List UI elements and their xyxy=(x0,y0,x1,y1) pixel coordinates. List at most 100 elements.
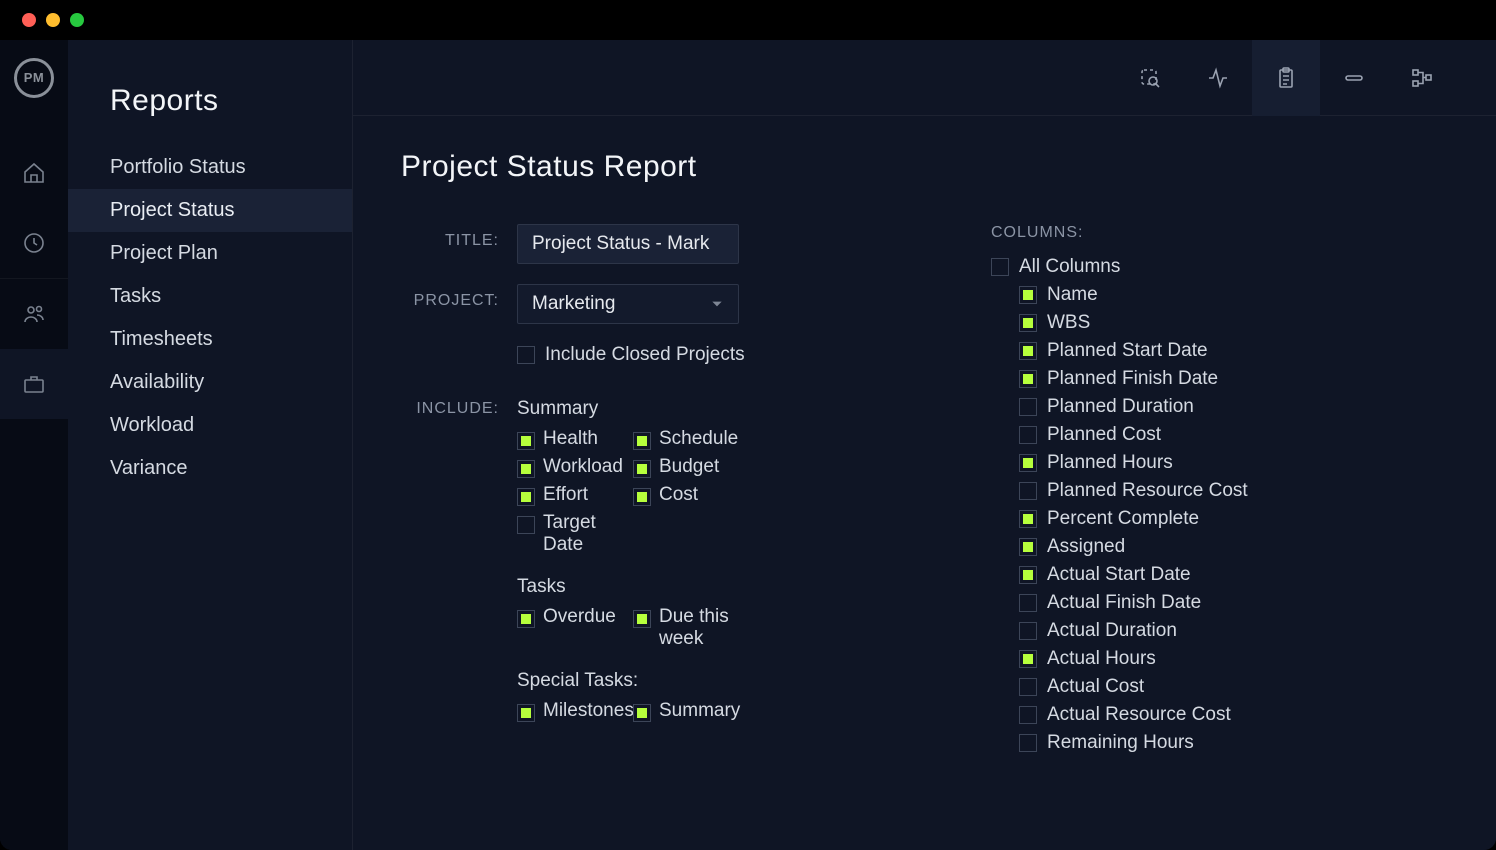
sidebar-item-timesheets[interactable]: Timesheets xyxy=(68,318,352,361)
column-option[interactable]: Planned Duration xyxy=(1019,396,1248,418)
include-option[interactable]: Target Date xyxy=(517,512,629,556)
column-option[interactable]: Actual Cost xyxy=(1019,676,1248,698)
column-option-label: Actual Start Date xyxy=(1047,564,1191,586)
include-option[interactable]: Schedule xyxy=(633,428,753,450)
include-option[interactable]: Workload xyxy=(517,456,629,478)
column-checkbox[interactable] xyxy=(1019,370,1037,388)
column-option[interactable]: Planned Start Date xyxy=(1019,340,1248,362)
rail-briefcase-icon[interactable] xyxy=(0,349,68,419)
topbar-flow-icon[interactable] xyxy=(1388,40,1456,116)
column-checkbox[interactable] xyxy=(1019,510,1037,528)
include-option[interactable]: Health xyxy=(517,428,629,450)
include-option[interactable]: Overdue xyxy=(517,606,629,650)
column-option[interactable]: WBS xyxy=(1019,312,1248,334)
column-checkbox[interactable] xyxy=(1019,594,1037,612)
include-option[interactable]: Budget xyxy=(633,456,753,478)
column-checkbox[interactable] xyxy=(1019,734,1037,752)
include-option-label: Summary xyxy=(659,700,740,722)
column-checkbox[interactable] xyxy=(1019,650,1037,668)
column-checkbox[interactable] xyxy=(1019,482,1037,500)
sidebar-item-portfolio-status[interactable]: Portfolio Status xyxy=(68,146,352,189)
column-option[interactable]: Remaining Hours xyxy=(1019,732,1248,754)
column-option[interactable]: Planned Hours xyxy=(1019,452,1248,474)
column-checkbox[interactable] xyxy=(1019,426,1037,444)
column-option[interactable]: Planned Finish Date xyxy=(1019,368,1248,390)
column-option[interactable]: Name xyxy=(1019,284,1248,306)
column-checkbox[interactable] xyxy=(1019,454,1037,472)
column-option[interactable]: Actual Duration xyxy=(1019,620,1248,642)
sidebar-item-project-plan[interactable]: Project Plan xyxy=(68,232,352,275)
column-option[interactable]: Percent Complete xyxy=(1019,508,1248,530)
columns-all-row[interactable]: All Columns xyxy=(991,256,1248,278)
include-option[interactable]: Due this week xyxy=(633,606,753,650)
column-checkbox[interactable] xyxy=(1019,286,1037,304)
sidebar-item-tasks[interactable]: Tasks xyxy=(68,275,352,318)
column-checkbox[interactable] xyxy=(1019,398,1037,416)
sidebar-title: Reports xyxy=(68,84,352,146)
include-checkbox[interactable] xyxy=(633,704,651,722)
columns-all-label: All Columns xyxy=(1019,256,1120,278)
rail-clock-icon[interactable] xyxy=(0,208,68,278)
column-option[interactable]: Assigned xyxy=(1019,536,1248,558)
column-checkbox[interactable] xyxy=(1019,538,1037,556)
sidebar-item-variance[interactable]: Variance xyxy=(68,447,352,490)
column-checkbox[interactable] xyxy=(1019,314,1037,332)
include-option[interactable]: Summary xyxy=(633,700,753,722)
chevron-down-icon xyxy=(710,297,724,311)
rail-home-icon[interactable] xyxy=(0,138,68,208)
topbar-search-icon[interactable] xyxy=(1116,40,1184,116)
column-checkbox[interactable] xyxy=(1019,706,1037,724)
topbar-clipboard-icon[interactable] xyxy=(1252,40,1320,116)
title-input[interactable] xyxy=(517,224,739,264)
include-closed-row[interactable]: Include Closed Projects xyxy=(517,344,881,366)
include-option-label: Cost xyxy=(659,484,698,506)
include-option[interactable]: Milestones xyxy=(517,700,629,722)
include-option-label: Workload xyxy=(543,456,623,478)
column-option[interactable]: Actual Hours xyxy=(1019,648,1248,670)
include-checkbox[interactable] xyxy=(517,460,535,478)
column-checkbox[interactable] xyxy=(1019,566,1037,584)
include-option[interactable]: Effort xyxy=(517,484,629,506)
column-option-label: Planned Hours xyxy=(1047,452,1173,474)
include-checkbox[interactable] xyxy=(517,610,535,628)
topbar-link-icon[interactable] xyxy=(1320,40,1388,116)
page-title: Project Status Report xyxy=(401,150,1456,184)
include-checkbox[interactable] xyxy=(633,488,651,506)
minimize-window-button[interactable] xyxy=(46,13,60,27)
column-checkbox[interactable] xyxy=(1019,678,1037,696)
include-option-label: Budget xyxy=(659,456,719,478)
column-checkbox[interactable] xyxy=(1019,342,1037,360)
close-window-button[interactable] xyxy=(22,13,36,27)
column-checkbox[interactable] xyxy=(1019,622,1037,640)
include-checkbox[interactable] xyxy=(633,432,651,450)
project-label: PROJECT: xyxy=(401,284,517,310)
include-checkbox[interactable] xyxy=(517,432,535,450)
column-option-label: Planned Resource Cost xyxy=(1047,480,1248,502)
include-checkbox[interactable] xyxy=(633,460,651,478)
include-closed-checkbox[interactable] xyxy=(517,346,535,364)
include-checkbox[interactable] xyxy=(633,610,651,628)
include-checkbox[interactable] xyxy=(517,516,535,534)
sidebar-item-availability[interactable]: Availability xyxy=(68,361,352,404)
include-option[interactable]: Cost xyxy=(633,484,753,506)
columns-all-checkbox[interactable] xyxy=(991,258,1009,276)
maximize-window-button[interactable] xyxy=(70,13,84,27)
column-option[interactable]: Actual Finish Date xyxy=(1019,592,1248,614)
column-option-label: Planned Start Date xyxy=(1047,340,1208,362)
sidebar-item-workload[interactable]: Workload xyxy=(68,404,352,447)
include-checkbox[interactable] xyxy=(517,488,535,506)
column-option[interactable]: Planned Resource Cost xyxy=(1019,480,1248,502)
column-option-label: Planned Cost xyxy=(1047,424,1161,446)
app-logo[interactable]: PM xyxy=(0,40,68,116)
column-option[interactable]: Planned Cost xyxy=(1019,424,1248,446)
include-option-label: Overdue xyxy=(543,606,616,628)
column-option[interactable]: Actual Resource Cost xyxy=(1019,704,1248,726)
form-area: TITLE: PROJECT: Marketing xyxy=(401,224,1456,760)
columns-label: COLUMNS: xyxy=(991,224,1248,242)
sidebar-item-project-status[interactable]: Project Status xyxy=(68,189,352,232)
topbar-activity-icon[interactable] xyxy=(1184,40,1252,116)
column-option[interactable]: Actual Start Date xyxy=(1019,564,1248,586)
project-select[interactable]: Marketing xyxy=(517,284,739,324)
rail-people-icon[interactable] xyxy=(0,279,68,349)
include-checkbox[interactable] xyxy=(517,704,535,722)
